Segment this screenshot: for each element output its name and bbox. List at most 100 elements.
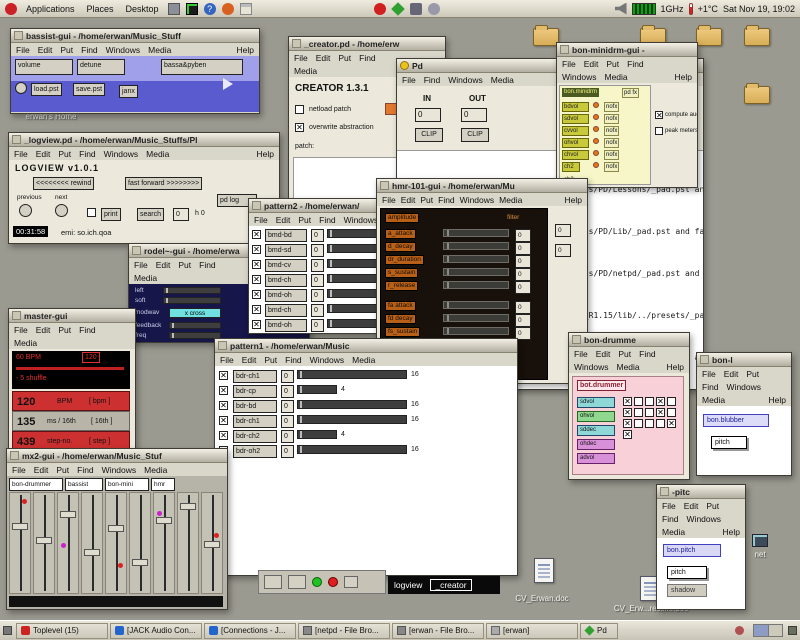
- fader-strip[interactable]: [33, 492, 55, 594]
- trash-icon[interactable]: [788, 626, 797, 635]
- aux-numbox[interactable]: 0: [555, 224, 571, 237]
- menu-find[interactable]: Find: [359, 53, 376, 63]
- param-numbox[interactable]: 0: [515, 268, 531, 281]
- taskbar-button[interactable]: [erwan]: [486, 623, 578, 639]
- param-numbox[interactable]: 0: [515, 229, 531, 242]
- menu-find[interactable]: Find: [81, 45, 98, 55]
- titlebar[interactable]: bon-drumme: [569, 333, 689, 347]
- channel-radio[interactable]: [593, 102, 599, 108]
- menu-windows[interactable]: Windows: [727, 382, 761, 392]
- menu-media[interactable]: Media: [352, 355, 375, 365]
- load-preset-button[interactable]: load.pst: [31, 83, 62, 96]
- titlebar[interactable]: hmr-101-gui - /home/erwan/Mu: [377, 179, 587, 193]
- track-numbox[interactable]: 0: [311, 229, 324, 242]
- menu-file[interactable]: File: [574, 349, 588, 359]
- param-slider[interactable]: [443, 281, 509, 289]
- param-slider[interactable]: [443, 268, 509, 276]
- track-name[interactable]: bdr-cp: [233, 385, 277, 398]
- menu-windows[interactable]: Windows: [574, 362, 608, 372]
- menu-help[interactable]: Help: [237, 45, 254, 55]
- fader-strip[interactable]: [201, 492, 223, 594]
- menu-find[interactable]: Find: [77, 465, 94, 475]
- titlebar[interactable]: bon-minidrm-gui -: [557, 43, 697, 57]
- menu-media[interactable]: Media: [146, 149, 169, 159]
- menu-media[interactable]: Media: [294, 66, 317, 76]
- menu-windows[interactable]: Windows: [448, 75, 482, 85]
- window-list-item[interactable]: logview: [394, 580, 422, 590]
- track-numbox[interactable]: 0: [311, 244, 324, 257]
- menu-find[interactable]: Find: [639, 349, 656, 359]
- titlebar[interactable]: -pitc: [657, 485, 745, 499]
- record-icon[interactable]: [374, 3, 386, 15]
- menu-put[interactable]: Put: [606, 59, 619, 69]
- bpm-slider[interactable]: [16, 367, 124, 370]
- param-slider[interactable]: [443, 255, 509, 263]
- compute-audio-checkbox[interactable]: [655, 111, 663, 119]
- step-checkbox[interactable]: [623, 408, 632, 417]
- folder-icon[interactable]: [744, 86, 770, 104]
- param-box[interactable]: sddec: [577, 425, 615, 436]
- network-icon[interactable]: [752, 534, 768, 547]
- track-checkbox[interactable]: [252, 305, 261, 314]
- menu-find[interactable]: Find: [79, 325, 96, 335]
- track-checkbox[interactable]: [252, 245, 261, 254]
- indicator-box[interactable]: [288, 575, 306, 589]
- channel-label[interactable]: sdvol: [562, 114, 589, 124]
- channel-fx[interactable]: nofx: [604, 150, 619, 160]
- step-checkbox[interactable]: [623, 397, 632, 406]
- menu-edit[interactable]: Edit: [596, 349, 611, 359]
- pitch-box[interactable]: pitch: [667, 566, 707, 579]
- menu-find[interactable]: Find: [79, 149, 96, 159]
- clip-out-button[interactable]: CLIP: [461, 128, 489, 142]
- track-numbox[interactable]: 0: [281, 415, 294, 428]
- taskbar-button[interactable]: Toplevel (15): [16, 623, 108, 639]
- shadow-box[interactable]: shadow: [667, 584, 707, 597]
- workspace-active[interactable]: [754, 625, 768, 636]
- menu-edit[interactable]: Edit: [316, 53, 331, 63]
- menu-find[interactable]: Find: [199, 260, 216, 270]
- fader-strip[interactable]: [105, 492, 127, 594]
- channel-fx[interactable]: nofx: [604, 138, 619, 148]
- menu-edit[interactable]: Edit: [584, 59, 599, 69]
- step-checkbox[interactable]: [623, 419, 632, 428]
- menu-edit[interactable]: Edit: [724, 369, 739, 379]
- clip-in-button[interactable]: CLIP: [415, 128, 443, 142]
- menu-file[interactable]: File: [662, 501, 676, 511]
- folder-icon[interactable]: [696, 28, 722, 46]
- track-numbox[interactable]: 0: [311, 259, 324, 272]
- volume-icon[interactable]: [615, 3, 627, 15]
- menu-find[interactable]: Find: [424, 75, 441, 85]
- menu-put[interactable]: Put: [298, 215, 311, 225]
- channel-fx[interactable]: nofx: [604, 126, 619, 136]
- pitch-box[interactable]: pitch: [711, 436, 747, 449]
- menu-edit[interactable]: Edit: [36, 149, 51, 159]
- menu-help[interactable]: Help: [675, 72, 692, 82]
- step-checkbox[interactable]: [645, 419, 654, 428]
- print-checkbox[interactable]: [87, 208, 96, 217]
- track-numbox[interactable]: 0: [281, 430, 294, 443]
- param-box[interactable]: sdvol: [577, 397, 615, 408]
- channel-radio[interactable]: [593, 150, 599, 156]
- menu-file[interactable]: File: [16, 45, 30, 55]
- peak-meters-checkbox[interactable]: [655, 127, 663, 135]
- track-numbox[interactable]: 0: [311, 274, 324, 287]
- menu-file[interactable]: File: [382, 195, 396, 205]
- red-indicator[interactable]: [328, 577, 338, 587]
- left-slider[interactable]: [163, 287, 221, 294]
- param-slider[interactable]: [443, 242, 509, 250]
- temperature-applet[interactable]: +1°C: [698, 4, 718, 14]
- menu-media[interactable]: Media: [662, 527, 685, 537]
- search-numbox[interactable]: 0: [173, 208, 189, 221]
- help-icon[interactable]: ?: [204, 3, 216, 15]
- menu-put[interactable]: Put: [618, 349, 631, 359]
- step-checkbox[interactable]: [656, 408, 665, 417]
- menu-windows[interactable]: Windows: [460, 195, 494, 205]
- channel-header[interactable]: bon-mini: [105, 478, 149, 491]
- menu-windows[interactable]: Windows: [344, 215, 378, 225]
- track-name[interactable]: bmd-oh: [265, 289, 307, 302]
- track-checkbox[interactable]: [252, 290, 261, 299]
- menu-windows[interactable]: Windows: [106, 45, 140, 55]
- menu-file[interactable]: File: [702, 369, 716, 379]
- track-checkbox[interactable]: [219, 416, 228, 425]
- menu-windows[interactable]: Windows: [102, 465, 136, 475]
